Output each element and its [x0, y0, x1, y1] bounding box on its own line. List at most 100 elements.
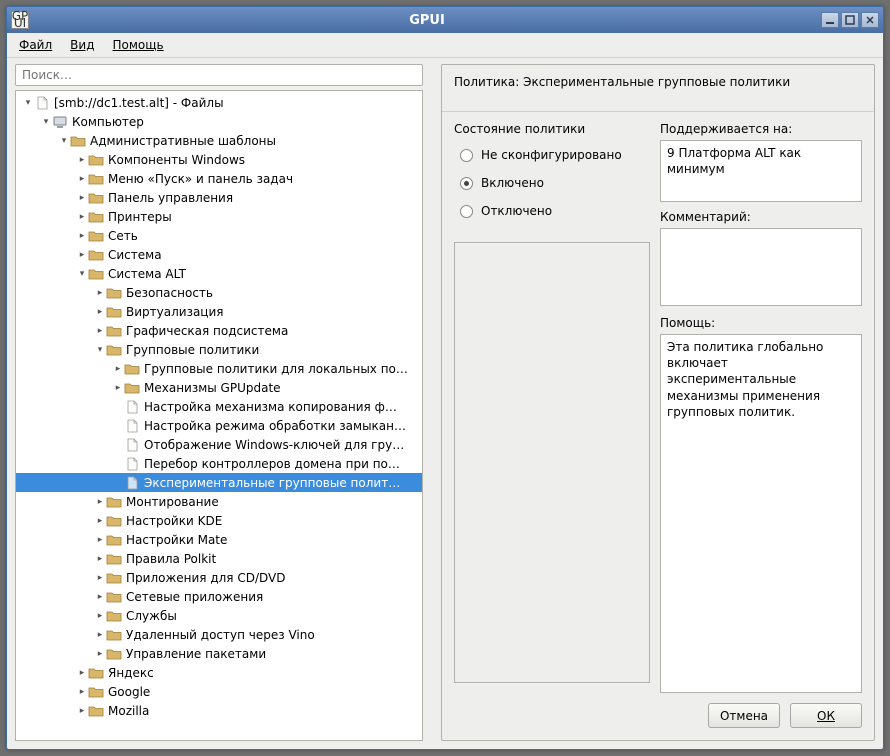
- chevron-right-icon[interactable]: ▸: [94, 554, 106, 564]
- folder-icon: [106, 590, 122, 604]
- tree-row[interactable]: ▸Правила Polkit: [16, 549, 422, 568]
- tree-row[interactable]: ▸Групповые политики для локальных по…: [16, 359, 422, 378]
- tree-view[interactable]: ▾[smb://dc1.test.alt] - Файлы▾Компьютер▾…: [15, 90, 423, 741]
- content: ▾[smb://dc1.test.alt] - Файлы▾Компьютер▾…: [7, 58, 883, 749]
- chevron-right-icon[interactable]: ▸: [94, 573, 106, 583]
- tree-row[interactable]: ▸Удаленный доступ через Vino: [16, 625, 422, 644]
- tree-row[interactable]: Перебор контроллеров домена при по…: [16, 454, 422, 473]
- chevron-right-icon[interactable]: ▸: [112, 383, 124, 393]
- chevron-right-icon[interactable]: ▸: [76, 193, 88, 203]
- help-text: Эта политика глобально включает эксперим…: [660, 334, 862, 693]
- chevron-right-icon[interactable]: ▸: [94, 592, 106, 602]
- tree-row[interactable]: ▸Панель управления: [16, 188, 422, 207]
- tree-row[interactable]: ▸Безопасность: [16, 283, 422, 302]
- folder-icon: [106, 609, 122, 623]
- chevron-down-icon[interactable]: ▾: [76, 269, 88, 279]
- menu-help[interactable]: Помощь: [104, 35, 171, 55]
- chevron-right-icon[interactable]: ▸: [94, 649, 106, 659]
- chevron-right-icon[interactable]: ▸: [94, 630, 106, 640]
- chevron-right-icon[interactable]: ▸: [94, 497, 106, 507]
- chevron-down-icon[interactable]: ▾: [94, 345, 106, 355]
- chevron-right-icon[interactable]: ▸: [76, 212, 88, 222]
- tree-label: Система: [108, 248, 162, 262]
- radio-label: Отключено: [481, 204, 552, 218]
- chevron-right-icon[interactable]: ▸: [76, 155, 88, 165]
- chevron-right-icon[interactable]: ▸: [94, 611, 106, 621]
- tree-row[interactable]: ▸Компоненты Windows: [16, 150, 422, 169]
- tree-row[interactable]: ▸ Яндекс: [16, 663, 422, 682]
- search-input[interactable]: [15, 64, 423, 86]
- radio-disabled[interactable]: Отключено: [454, 200, 650, 228]
- tree-row[interactable]: ▾Компьютер: [16, 112, 422, 131]
- menu-view[interactable]: Вид: [62, 35, 102, 55]
- chevron-right-icon[interactable]: ▸: [94, 326, 106, 336]
- chevron-right-icon[interactable]: ▸: [76, 706, 88, 716]
- tree-label: Механизмы GPUpdate: [144, 381, 281, 395]
- tree-row[interactable]: ▸Google: [16, 682, 422, 701]
- tree-row[interactable]: ▸ Сеть: [16, 226, 422, 245]
- tree-label: Приложения для CD/DVD: [126, 571, 285, 585]
- tree-row[interactable]: ▸Mozilla: [16, 701, 422, 720]
- tree-row[interactable]: ▸ Приложения для CD/DVD: [16, 568, 422, 587]
- folder-icon: [88, 666, 104, 680]
- tree-row[interactable]: ▸ Механизмы GPUpdate: [16, 378, 422, 397]
- titlebar[interactable]: GPUI GPUI: [7, 7, 883, 33]
- chevron-right-icon[interactable]: ▸: [94, 516, 106, 526]
- tree-row[interactable]: ▸Настройки Mate: [16, 530, 422, 549]
- chevron-right-icon[interactable]: ▸: [76, 668, 88, 678]
- tree-row[interactable]: ▸ Система: [16, 245, 422, 264]
- chevron-down-icon[interactable]: ▾: [40, 117, 52, 127]
- tree-label: [smb://dc1.test.alt] - Файлы: [54, 96, 224, 110]
- chevron-right-icon[interactable]: ▸: [76, 687, 88, 697]
- chevron-right-icon[interactable]: ▸: [76, 174, 88, 184]
- tree-row[interactable]: ▸Принтеры: [16, 207, 422, 226]
- cancel-button[interactable]: Отмена: [708, 703, 780, 728]
- tree-label: Службы: [126, 609, 177, 623]
- tree-row[interactable]: Экспериментальные групповые полит…: [16, 473, 422, 492]
- tree-label: Сеть: [108, 229, 138, 243]
- tree-label: Монтирование: [126, 495, 219, 509]
- chevron-right-icon[interactable]: ▸: [76, 250, 88, 260]
- ok-button[interactable]: ОК: [790, 703, 862, 728]
- tree-row[interactable]: ▸Графическая подсистема: [16, 321, 422, 340]
- close-button[interactable]: [861, 12, 879, 28]
- tree-row[interactable]: ▸Меню «Пуск» и панель задач: [16, 169, 422, 188]
- tree-row[interactable]: ▸Управление пакетами: [16, 644, 422, 663]
- tree-row[interactable]: ▾ [smb://dc1.test.alt] - Файлы: [16, 93, 422, 112]
- tree-label: Яндекс: [108, 666, 154, 680]
- radio-label: Включено: [481, 176, 544, 190]
- comment-label: Комментарий:: [660, 210, 862, 224]
- chevron-right-icon[interactable]: ▸: [94, 535, 106, 545]
- chevron-down-icon[interactable]: ▾: [22, 98, 34, 108]
- tree-row[interactable]: Настройка механизма копирования ф…: [16, 397, 422, 416]
- tree-row[interactable]: ▸Настройки KDE: [16, 511, 422, 530]
- maximize-button[interactable]: [841, 12, 859, 28]
- splitter[interactable]: [429, 64, 435, 741]
- tree-row[interactable]: ▸ Монтирование: [16, 492, 422, 511]
- tree-row[interactable]: Отображение Windows-ключей для гру…: [16, 435, 422, 454]
- tree-row[interactable]: Настройка режима обработки замыкан…: [16, 416, 422, 435]
- menu-file[interactable]: Файл: [11, 35, 60, 55]
- chevron-right-icon[interactable]: ▸: [94, 307, 106, 317]
- chevron-right-icon[interactable]: ▸: [94, 288, 106, 298]
- tree-row[interactable]: ▸ Службы: [16, 606, 422, 625]
- folder-icon: [88, 685, 104, 699]
- folder-icon: [88, 172, 104, 186]
- comment-text[interactable]: [660, 228, 862, 306]
- chevron-right-icon[interactable]: ▸: [76, 231, 88, 241]
- tree-row[interactable]: ▾Административные шаблоны: [16, 131, 422, 150]
- radio-not-configured[interactable]: Не сконфигурировано: [454, 144, 650, 172]
- tree-row[interactable]: ▸Виртуализация: [16, 302, 422, 321]
- computer-icon: [52, 115, 68, 129]
- radio-enabled[interactable]: Включено: [454, 172, 650, 200]
- button-row: Отмена ОК: [442, 693, 874, 740]
- tree-row[interactable]: ▸ Сетевые приложения: [16, 587, 422, 606]
- tree-row[interactable]: ▾Групповые политики: [16, 340, 422, 359]
- tree-label: Сетевые приложения: [126, 590, 263, 604]
- menubar: Файл Вид Помощь: [7, 33, 883, 58]
- minimize-button[interactable]: [821, 12, 839, 28]
- tree-row[interactable]: ▾Система ALT: [16, 264, 422, 283]
- folder-icon: [106, 324, 122, 338]
- chevron-down-icon[interactable]: ▾: [58, 136, 70, 146]
- chevron-right-icon[interactable]: ▸: [112, 364, 124, 374]
